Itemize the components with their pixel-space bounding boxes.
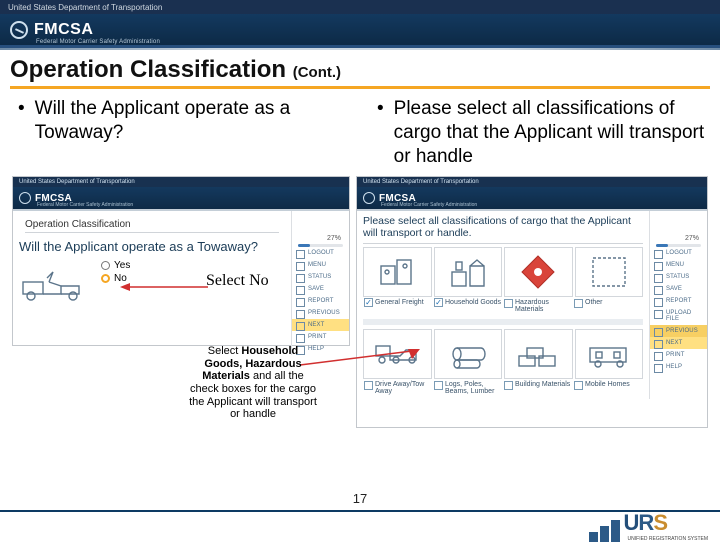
page-number: 17 [0,491,720,506]
radio-yes-label: Yes [114,260,130,271]
banner-subtitle: Federal Motor Carrier Safety Administrat… [36,39,160,45]
urs-bar-icon [611,520,620,542]
arrow-to-no [120,278,210,296]
sidebar-save[interactable]: SAVE [650,283,707,295]
radio-circle-icon [101,274,110,283]
progress-pct: 27% [650,233,707,242]
panel-sidebar: 27% LOGOUT MENU STATUS SAVE REPORT UPLOA… [649,211,707,399]
urs-text: URS [624,510,667,535]
label-driveaway[interactable]: Drive Away/Tow Away [363,379,433,397]
right-bullet-text: Please select all classifications of car… [394,97,710,168]
sidebar-report[interactable]: REPORT [650,295,707,307]
mini-logo-icon [363,192,375,204]
bullet-dot-icon: • [377,97,384,168]
mini-browser-bar: United States Department of Transportati… [357,177,707,187]
mini-logo-icon [19,192,31,204]
mini-banner-sub: Federal Motor Carrier Safety Administrat… [381,202,477,208]
sidebar-menu[interactable]: MENU [650,259,707,271]
label-building[interactable]: Building Materials [503,379,573,397]
page-title: Operation Classification (Cont.) [10,56,710,89]
mini-browser-title: United States Department of Transportati… [363,179,479,185]
label-other[interactable]: Other [573,297,643,315]
label-logs[interactable]: Logs, Poles, Beams, Lumber [433,379,503,397]
label-general-freight[interactable]: General Freight [363,297,433,315]
fmcsa-banner: FMCSA Federal Motor Carrier Safety Admin… [0,14,720,48]
cargo-band [363,319,643,325]
label-household-goods[interactable]: Household Goods [433,297,503,315]
towaway-panel: United States Department of Transportati… [12,176,350,346]
cargo-labels-row1: General Freight Household Goods Hazardou… [359,297,647,315]
arrow-to-cargo [300,349,420,374]
heading-main: Operation Classification [10,56,286,83]
fmcsa-logo-icon [10,21,28,39]
bullet-dot-icon: • [18,97,25,145]
section-label: Operation Classification [19,215,285,232]
label-hazmat[interactable]: Hazardous Materials [503,297,573,315]
cargo-cell-general-freight[interactable] [363,247,432,297]
cargo-question: Please select all classifications of car… [359,213,647,243]
sidebar-previous[interactable]: PREVIOUS [650,325,707,337]
left-bullet-text: Will the Applicant operate as a Towaway? [35,97,351,145]
sidebar-logout[interactable]: LOGOUT [292,247,349,259]
radio-yes[interactable]: Yes [101,260,130,271]
cargo-labels-row2: Drive Away/Tow Away Logs, Poles, Beams, … [359,379,647,397]
cargo-cell-other[interactable] [575,247,644,297]
sidebar-next[interactable]: NEXT [292,319,349,331]
sidebar-report[interactable]: REPORT [292,295,349,307]
progress-pct: 27% [292,233,349,242]
cargo-divider [363,243,643,244]
cargo-cell-building[interactable] [504,329,573,379]
sidebar-status[interactable]: STATUS [650,271,707,283]
screenshot-panels: United States Department of Transportati… [10,176,710,428]
cargo-cell-hazmat[interactable] [504,247,573,297]
footer: URS UNIFIED REGISTRATION SYSTEM [0,510,720,540]
cargo-cell-mobile-homes[interactable] [575,329,644,379]
browser-bar: United States Department of Transportati… [0,0,720,14]
label-mobile-homes[interactable]: Mobile Homes [573,379,643,397]
tow-truck-icon [19,264,89,306]
sidebar-print[interactable]: PRINT [650,349,707,361]
right-bullet: • Please select all classifications of c… [369,97,710,168]
left-bullet: • Will the Applicant operate as a Towawa… [10,97,351,145]
mini-banner-sub: Federal Motor Carrier Safety Administrat… [37,202,133,208]
sidebar-previous[interactable]: PREVIOUS [292,307,349,319]
cargo-panel: United States Department of Transportati… [356,176,708,428]
mini-browser-bar: United States Department of Transportati… [13,177,349,187]
sidebar-upload[interactable]: UPLOAD FILE [650,307,707,325]
sidebar-help[interactable]: HELP [650,361,707,373]
urs-subtitle: UNIFIED REGISTRATION SYSTEM [628,536,708,542]
mini-banner: FMCSA Federal Motor Carrier Safety Admin… [13,187,349,209]
urs-bar-icon [589,532,598,542]
sidebar-status[interactable]: STATUS [292,271,349,283]
sidebar-print[interactable]: PRINT [292,331,349,343]
cargo-cell-household-goods[interactable] [434,247,503,297]
cargo-grid-row1 [359,247,647,297]
mini-banner: FMCSA Federal Motor Carrier Safety Admin… [357,187,707,209]
cargo-cell-logs[interactable] [434,329,503,379]
banner-title: FMCSA [34,22,93,38]
sidebar-next[interactable]: NEXT [650,337,707,349]
radio-circle-icon [101,261,110,270]
urs-logo: URS UNIFIED REGISTRATION SYSTEM [589,510,708,542]
towaway-question: Will the Applicant operate as a Towaway? [19,233,285,260]
panel-sidebar: 27% LOGOUT MENU STATUS SAVE REPORT PREVI… [291,211,349,355]
mini-browser-title: United States Department of Transportati… [19,179,135,185]
annotation-select-no: Select No [206,272,269,290]
left-column: • Will the Applicant operate as a Towawa… [10,97,351,168]
sidebar-menu[interactable]: MENU [292,259,349,271]
right-column: • Please select all classifications of c… [369,97,710,168]
annotation-callout: Select Household Goods, Hazardous Materi… [188,345,318,421]
bullet-columns: • Will the Applicant operate as a Towawa… [10,97,710,168]
sidebar-logout[interactable]: LOGOUT [650,247,707,259]
heading-cont: (Cont.) [293,64,341,81]
sidebar-save[interactable]: SAVE [292,283,349,295]
browser-title: United States Department of Transportati… [8,3,162,12]
